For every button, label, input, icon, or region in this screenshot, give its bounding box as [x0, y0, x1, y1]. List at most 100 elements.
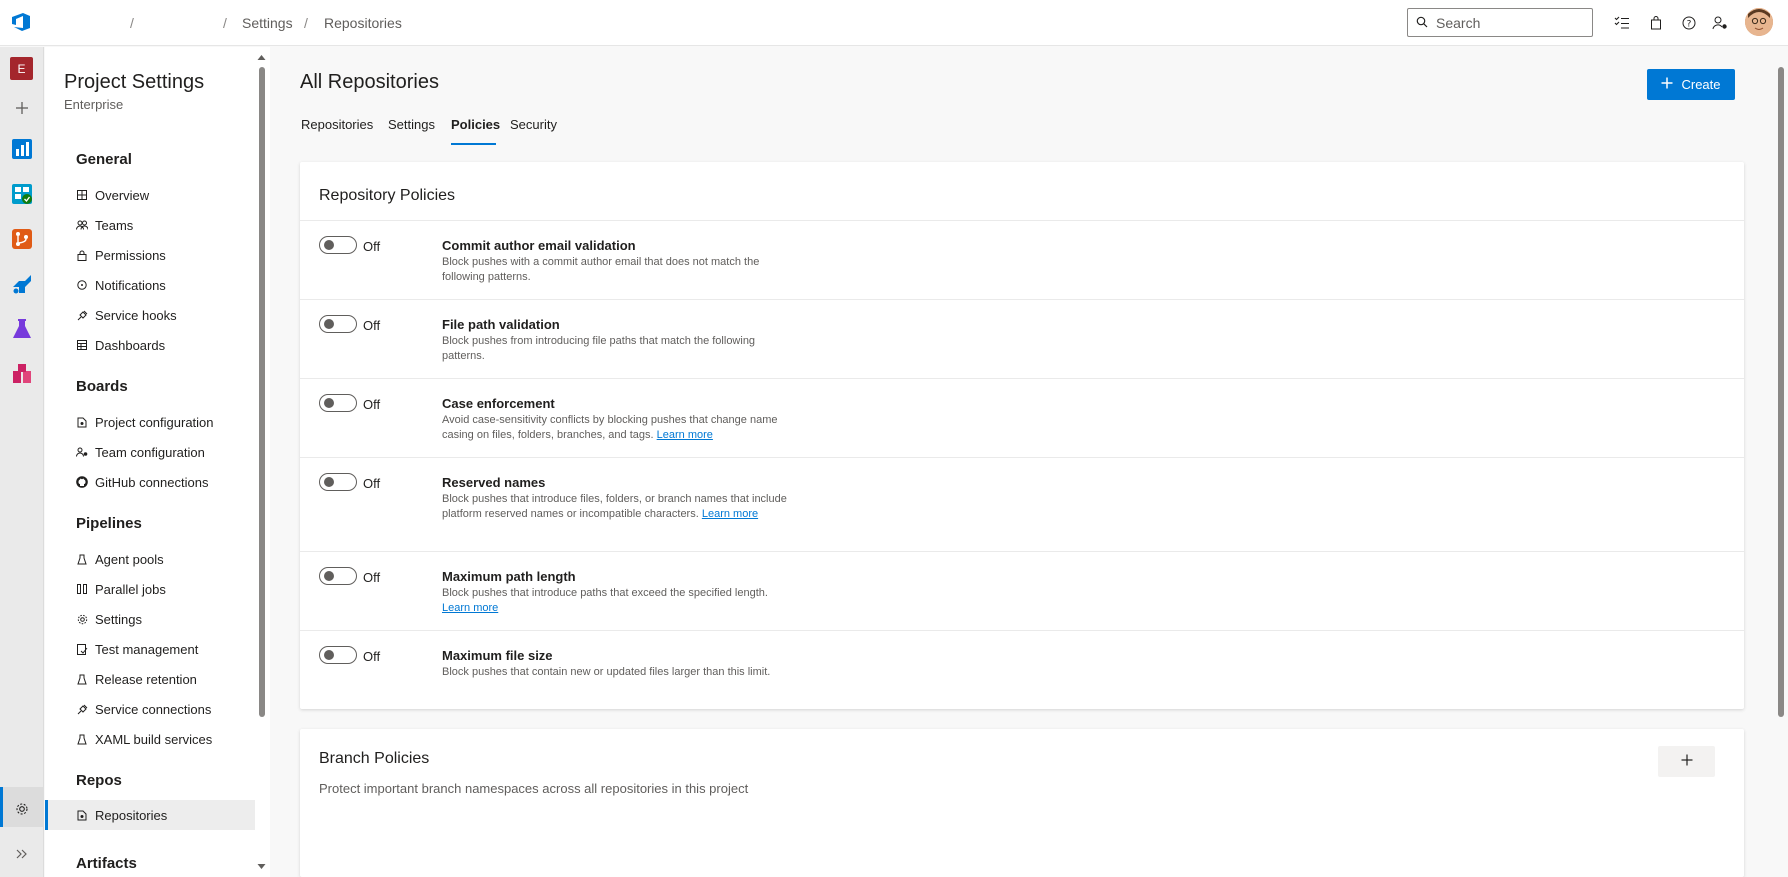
sidebar-item-overview[interactable]: Overview	[76, 183, 266, 207]
toggle-knob	[324, 240, 334, 250]
policy-name: Maximum path length	[442, 569, 576, 584]
parallel-icon	[76, 583, 88, 595]
sidebar-scrollbar-thumb[interactable]	[259, 67, 265, 717]
help-icon[interactable]: ?	[1678, 12, 1700, 34]
project-settings-sidebar: Project Settings Enterprise General Over…	[45, 47, 270, 877]
tab-policies[interactable]: Policies	[451, 117, 500, 132]
tab-repositories[interactable]: Repositories	[301, 117, 373, 132]
policy-toggle[interactable]	[319, 236, 357, 254]
sidebar-item-project-configuration[interactable]: Project configuration	[76, 410, 266, 434]
section-heading-general: General	[76, 151, 132, 168]
toggle-knob	[324, 319, 334, 329]
build-icon	[76, 733, 88, 745]
policy-description: Block pushes from introducing file paths…	[442, 335, 756, 362]
sidebar-item-teams[interactable]: Teams	[76, 213, 266, 237]
repo-icon	[76, 809, 88, 821]
sidebar-item-repositories[interactable]: Repositories	[76, 803, 266, 827]
overview-icon[interactable]	[10, 137, 34, 161]
flask-icon	[76, 673, 88, 685]
svg-text:?: ?	[1687, 20, 1692, 30]
sidebar-subtitle: Enterprise	[64, 97, 124, 112]
breadcrumb-separator: /	[130, 15, 134, 31]
teams-icon	[76, 219, 88, 231]
tab-settings[interactable]: Settings	[388, 117, 435, 132]
policy-description: Block pushes that contain new or updated…	[442, 666, 771, 678]
sidebar-item-permissions[interactable]: Permissions	[76, 243, 266, 267]
sidebar-item-dashboards[interactable]: Dashboards	[76, 333, 266, 357]
policy-toggle[interactable]	[319, 394, 357, 412]
toggle-knob	[324, 571, 334, 581]
card-title: Branch Policies	[319, 750, 430, 767]
test-checklist-icon	[76, 643, 88, 655]
sidebar-item-github-connections[interactable]: GitHub connections	[76, 470, 266, 494]
toggle-state-label: Off	[363, 476, 381, 491]
policy-row: Off Reserved names Block pushes that int…	[300, 457, 1744, 551]
section-heading-repos: Repos	[76, 772, 122, 789]
gear-icon	[76, 613, 88, 625]
main-scrollbar-thumb[interactable]	[1778, 67, 1784, 717]
policy-row: Off Commit author email validation Block…	[300, 220, 1744, 299]
policy-row: Off Case enforcement Avoid case-sensitiv…	[300, 378, 1744, 457]
policy-toggle[interactable]	[319, 646, 357, 664]
section-heading-artifacts: Artifacts	[76, 855, 137, 872]
breadcrumb-settings[interactable]: Settings	[242, 15, 293, 31]
chat-bubble-icon	[76, 279, 88, 291]
add-icon[interactable]	[10, 96, 34, 120]
toggle-state-label: Off	[363, 397, 381, 412]
sidebar-item-notifications[interactable]: Notifications	[76, 273, 266, 297]
toggle-state-label: Off	[363, 570, 381, 585]
sidebar-item-test-management[interactable]: Test management	[76, 637, 266, 661]
search-input[interactable]	[1436, 13, 1586, 33]
sidebar-item-service-connections[interactable]: Service connections	[76, 697, 266, 721]
breadcrumb-repositories[interactable]: Repositories	[324, 15, 402, 31]
dashboard-icon	[76, 339, 88, 351]
artifacts-icon[interactable]	[10, 362, 34, 386]
learn-more-link[interactable]: Learn more	[702, 508, 758, 520]
sidebar-item-parallel-jobs[interactable]: Parallel jobs	[76, 577, 266, 601]
policy-toggle[interactable]	[319, 315, 357, 333]
search-box[interactable]	[1407, 8, 1593, 37]
policy-toggle[interactable]	[319, 567, 357, 585]
github-icon	[76, 476, 88, 488]
repos-icon[interactable]	[10, 227, 34, 251]
learn-more-link[interactable]: Learn more	[657, 429, 713, 441]
toggle-knob	[324, 477, 334, 487]
marketplace-bag-icon[interactable]	[1645, 12, 1667, 34]
expand-chevron-icon[interactable]	[10, 842, 34, 866]
card-title: Repository Policies	[319, 187, 456, 204]
test-plans-icon[interactable]	[10, 317, 34, 341]
add-branch-policy-button[interactable]	[1658, 746, 1715, 777]
top-bar: / / Settings / Repositories ?	[0, 0, 1788, 46]
branch-policies-card: Branch Policies Protect important branch…	[300, 729, 1744, 877]
boards-icon[interactable]	[10, 182, 34, 206]
sidebar-item-pipeline-settings[interactable]: Settings	[76, 607, 266, 631]
breadcrumb-separator: /	[304, 15, 308, 31]
tab-security[interactable]: Security	[510, 117, 557, 132]
gear-icon[interactable]	[10, 797, 34, 821]
azure-devops-logo-icon[interactable]	[10, 11, 34, 35]
sidebar-item-team-configuration[interactable]: Team configuration	[76, 440, 266, 464]
section-heading-boards: Boards	[76, 378, 128, 395]
search-icon	[1416, 15, 1430, 29]
sidebar-item-agent-pools[interactable]: Agent pools	[76, 547, 266, 571]
policy-toggle[interactable]	[319, 473, 357, 491]
policy-name: Commit author email validation	[442, 238, 636, 253]
sidebar-item-xaml-build-services[interactable]: XAML build services	[76, 727, 266, 751]
policy-name: File path validation	[442, 317, 560, 332]
policy-description: Block pushes with a commit author email …	[442, 256, 760, 283]
create-button[interactable]: Create	[1647, 69, 1735, 100]
learn-more-link[interactable]: Learn more	[442, 602, 498, 614]
organization-badge[interactable]: E	[10, 57, 33, 80]
card-subtitle: Protect important branch namespaces acro…	[319, 781, 749, 796]
lock-icon	[76, 249, 88, 261]
user-settings-icon[interactable]	[1709, 12, 1731, 34]
toggle-state-label: Off	[363, 239, 381, 254]
section-heading-pipelines: Pipelines	[76, 515, 142, 532]
sidebar-item-service-hooks[interactable]: Service hooks	[76, 303, 266, 327]
user-avatar[interactable]	[1745, 8, 1773, 36]
grid-icon	[76, 189, 88, 201]
sidebar-item-release-retention[interactable]: Release retention	[76, 667, 266, 691]
work-items-icon[interactable]	[1611, 12, 1633, 34]
pipelines-icon[interactable]	[10, 272, 34, 296]
toggle-state-label: Off	[363, 318, 381, 333]
